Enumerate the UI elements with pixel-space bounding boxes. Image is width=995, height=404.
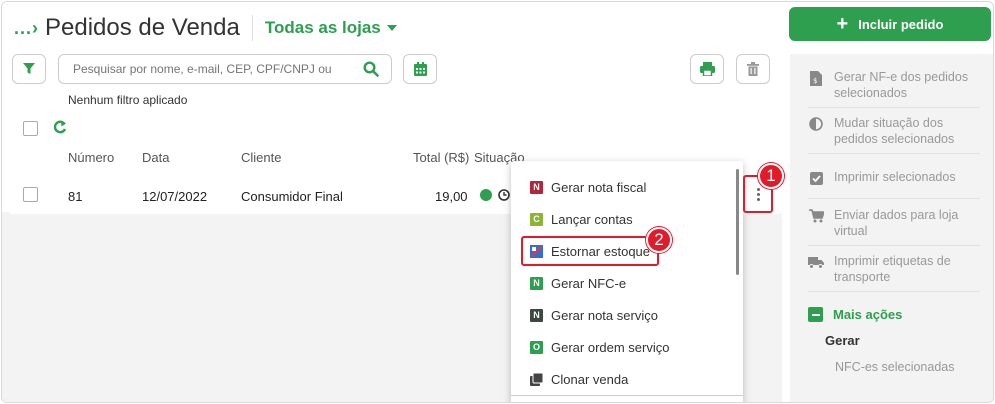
step-badge-1: 1	[758, 163, 784, 189]
action-label: Enviar dados para loja virtual	[834, 208, 959, 238]
kebab-icon	[756, 187, 760, 201]
menu-item-lancar-contas[interactable]: C Lançar contas	[511, 203, 737, 235]
column-data[interactable]: Data	[142, 150, 169, 165]
collapse-icon	[808, 307, 823, 322]
funnel-icon	[23, 63, 35, 74]
calendar-icon	[413, 62, 427, 76]
column-total[interactable]: Total (R$)	[413, 150, 469, 165]
menu-item-gerar-nota-servico[interactable]: N Gerar nota serviço	[511, 299, 737, 331]
menu-item-label: Gerar nota serviço	[551, 307, 658, 323]
more-actions-label: Mais ações	[833, 307, 903, 322]
search-icon[interactable]	[363, 61, 379, 80]
checkbox-icon	[808, 170, 824, 186]
trash-icon	[747, 62, 759, 76]
menu-scrollbar[interactable]	[736, 169, 739, 275]
search-input[interactable]	[73, 62, 343, 76]
nfce-icon: N	[530, 276, 543, 290]
menu-item-gerar-ordem-servico[interactable]: O Gerar ordem serviço	[511, 331, 737, 363]
action-enviar-loja-virtual[interactable]: Enviar dados para loja virtual	[808, 207, 978, 239]
nota-servico-icon: N	[530, 308, 543, 322]
plus-icon: +	[836, 13, 849, 35]
contas-icon: C	[530, 212, 543, 226]
divider	[808, 107, 980, 108]
menu-item-label: Gerar NFC-e	[551, 275, 627, 291]
action-nfce-selecionadas[interactable]: NFC-es selecionadas	[835, 360, 955, 374]
include-order-label: Incluir pedido	[858, 16, 944, 32]
clone-icon	[530, 372, 543, 386]
store-select-label: Todas as lojas	[264, 18, 381, 37]
caret-down-icon	[386, 25, 397, 31]
page-title: Pedidos de Venda	[45, 14, 240, 41]
row-actions-menu: N Gerar nota fiscal C Lançar contas Esto…	[511, 161, 743, 402]
main-content: ...› Pedidos de Venda Todas as lojas Pes…	[2, 2, 784, 402]
store-select[interactable]: Todas as lojas	[265, 18, 397, 38]
half-circle-icon	[808, 116, 824, 132]
menu-item-label: Lançar contas	[551, 211, 633, 227]
breadcrumb[interactable]: ...›	[14, 18, 39, 39]
menu-item-label: Gerar nota fiscal	[551, 179, 647, 195]
action-label: Imprimir selecionados	[834, 170, 956, 184]
clock-icon	[498, 189, 510, 204]
action-imprimir-selecionados[interactable]: Imprimir selecionados	[808, 169, 978, 186]
refresh-icon[interactable]	[53, 119, 67, 138]
row-checkbox[interactable]	[23, 187, 38, 202]
menu-item-gerar-nfce[interactable]: N Gerar NFC-e	[511, 267, 737, 299]
cell-numero: 81	[68, 189, 83, 204]
truck-icon	[808, 254, 824, 270]
svg-text:$: $	[813, 77, 817, 85]
action-label: Imprimir etiquetas de transporte	[834, 254, 951, 284]
ordem-servico-icon: O	[530, 340, 543, 354]
divider	[808, 198, 980, 199]
action-gerar-nfe[interactable]: $ Gerar NF-e dos pedidos selecionados	[808, 69, 978, 101]
invoice-icon: $	[808, 70, 824, 86]
column-cliente[interactable]: Cliente	[241, 150, 281, 165]
status-dot-icon	[480, 189, 492, 201]
more-actions-toggle[interactable]: Mais ações	[808, 307, 902, 322]
highlight-estornar-estoque	[521, 236, 659, 266]
menu-item-label: Clonar venda	[551, 371, 629, 387]
title-divider	[251, 15, 253, 41]
print-button[interactable]	[690, 54, 724, 84]
menu-item-label: Gerar ordem serviço	[551, 339, 670, 355]
filter-button[interactable]	[12, 54, 46, 84]
action-imprimir-etiquetas[interactable]: Imprimir etiquetas de transporte	[808, 253, 978, 285]
divider	[808, 245, 980, 246]
cell-data: 12/07/2022	[142, 189, 208, 204]
title-row: ...› Pedidos de Venda Todas as lojas	[14, 12, 397, 44]
nota-fiscal-icon: N	[530, 180, 543, 194]
date-filter-button[interactable]	[403, 54, 437, 84]
cell-cliente: Consumidor Final	[241, 189, 343, 204]
action-label: Gerar NF-e dos pedidos selecionados	[834, 70, 969, 100]
gerar-section-heading: Gerar	[825, 333, 860, 348]
printer-icon	[699, 62, 715, 76]
select-all-checkbox[interactable]	[23, 121, 38, 136]
cell-total: 19,00	[435, 189, 468, 204]
divider	[808, 291, 980, 292]
step-badge-2: 2	[646, 227, 672, 253]
column-numero[interactable]: Número	[68, 150, 114, 165]
divider	[808, 153, 980, 154]
include-order-button[interactable]: + Incluir pedido	[789, 7, 991, 41]
delete-button[interactable]	[736, 54, 770, 84]
action-mudar-situacao[interactable]: Mudar situação dos pedidos selecionados	[808, 115, 978, 147]
action-label: Mudar situação dos pedidos selecionados	[834, 116, 955, 146]
menu-item-gerar-nota-fiscal[interactable]: N Gerar nota fiscal	[511, 171, 737, 203]
search-box	[58, 54, 392, 84]
cart-icon	[808, 208, 824, 224]
filter-status-text: Nenhum filtro aplicado	[68, 93, 188, 107]
menu-item-clonar-venda[interactable]: Clonar venda	[511, 363, 737, 395]
breadcrumb-text: ...	[14, 17, 33, 38]
menu-divider	[511, 395, 743, 396]
